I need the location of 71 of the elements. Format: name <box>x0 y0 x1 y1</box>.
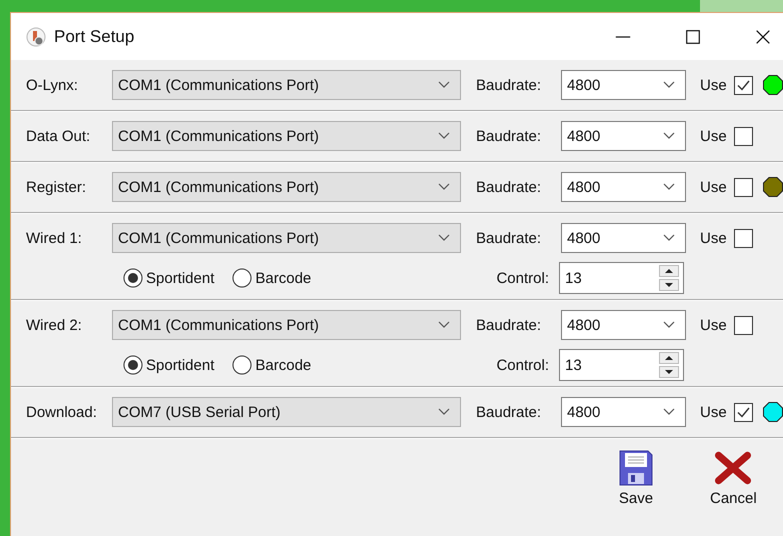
port-dropdown[interactable]: COM1 (Communications Port) <box>112 70 461 100</box>
spin-down-button[interactable] <box>659 366 679 378</box>
use-checkbox[interactable] <box>734 178 753 196</box>
port-dropdown[interactable]: COM1 (Communications Port) <box>112 172 461 202</box>
radio-label[interactable]: Barcode <box>255 270 312 286</box>
baudrate-dropdown[interactable]: 4800 <box>561 397 686 427</box>
baudrate-dropdown[interactable]: 4800 <box>561 223 686 253</box>
port-dropdown[interactable]: COM7 (USB Serial Port) <box>112 397 461 427</box>
chevron-down-icon <box>438 408 450 416</box>
baudrate-label: Baudrate: <box>476 76 542 94</box>
control-label: Control: <box>495 356 550 374</box>
port-dropdown[interactable]: COM1 (Communications Port) <box>112 310 461 340</box>
chevron-down-icon <box>438 183 450 191</box>
use-checkbox[interactable] <box>734 126 753 146</box>
spin-up-button[interactable] <box>659 352 679 364</box>
radio-button[interactable] <box>123 268 143 288</box>
use-checkbox[interactable] <box>734 402 753 422</box>
use-label: Use <box>700 128 728 144</box>
baudrate-label: Baudrate: <box>476 128 542 144</box>
spin-up-button[interactable] <box>659 265 679 277</box>
use-label: Use <box>700 76 728 94</box>
chevron-down-icon <box>438 132 450 140</box>
port-dropdown[interactable]: COM1 (Communications Port) <box>112 121 461 151</box>
baudrate-dropdown[interactable]: 4800 <box>561 172 686 202</box>
chevron-down-icon <box>663 321 675 329</box>
use-label: Use <box>700 404 728 420</box>
use-checkbox[interactable] <box>734 76 753 94</box>
save-button[interactable]: Save <box>616 448 656 509</box>
use-label: Use <box>700 230 728 246</box>
use-label: Use <box>700 178 728 196</box>
cancel-button[interactable]: Cancel <box>708 448 759 509</box>
control-spinner[interactable]: 13 <box>559 262 684 294</box>
chevron-down-icon <box>663 408 675 416</box>
chevron-down-icon <box>438 321 450 329</box>
port-label: Wired 2: <box>26 316 83 334</box>
chevron-down-icon <box>663 81 675 89</box>
control-label: Control: <box>495 270 550 286</box>
maximize-icon[interactable] <box>684 28 702 46</box>
baudrate-dropdown[interactable]: 4800 <box>561 310 686 340</box>
radio-button[interactable] <box>232 268 252 288</box>
use-checkbox[interactable] <box>734 316 753 334</box>
port-label: Data Out: <box>26 128 92 144</box>
close-icon[interactable] <box>754 28 772 46</box>
use-checkbox[interactable] <box>734 228 753 248</box>
chevron-down-icon <box>663 183 675 191</box>
chevron-down-icon <box>663 132 675 140</box>
baudrate-label: Baudrate: <box>476 404 542 420</box>
baudrate-label: Baudrate: <box>476 178 542 196</box>
port-label: Download: <box>26 404 98 420</box>
chevron-down-icon <box>438 81 450 89</box>
spin-down-button[interactable] <box>659 279 679 291</box>
radio-label[interactable]: Barcode <box>255 356 312 374</box>
use-label: Use <box>700 316 728 334</box>
radio-label[interactable]: Sportident <box>146 356 214 374</box>
chevron-down-icon <box>663 234 675 242</box>
radio-button[interactable] <box>123 355 143 375</box>
port-label: Register: <box>26 178 88 196</box>
window-title: Port Setup <box>54 26 134 46</box>
baudrate-label: Baudrate: <box>476 316 542 334</box>
port-label: O-Lynx: <box>26 76 79 94</box>
baudrate-dropdown[interactable]: 4800 <box>561 121 686 151</box>
chevron-down-icon <box>438 234 450 242</box>
baudrate-dropdown[interactable]: 4800 <box>561 70 686 100</box>
baudrate-label: Baudrate: <box>476 230 542 246</box>
x-icon <box>715 450 752 486</box>
control-spinner[interactable]: 13 <box>559 349 684 381</box>
radio-label[interactable]: Sportident <box>146 270 214 286</box>
radio-button[interactable] <box>232 355 252 375</box>
port-dropdown[interactable]: COM1 (Communications Port) <box>112 223 461 253</box>
port-label: Wired 1: <box>26 230 83 246</box>
app-icon <box>26 26 46 46</box>
